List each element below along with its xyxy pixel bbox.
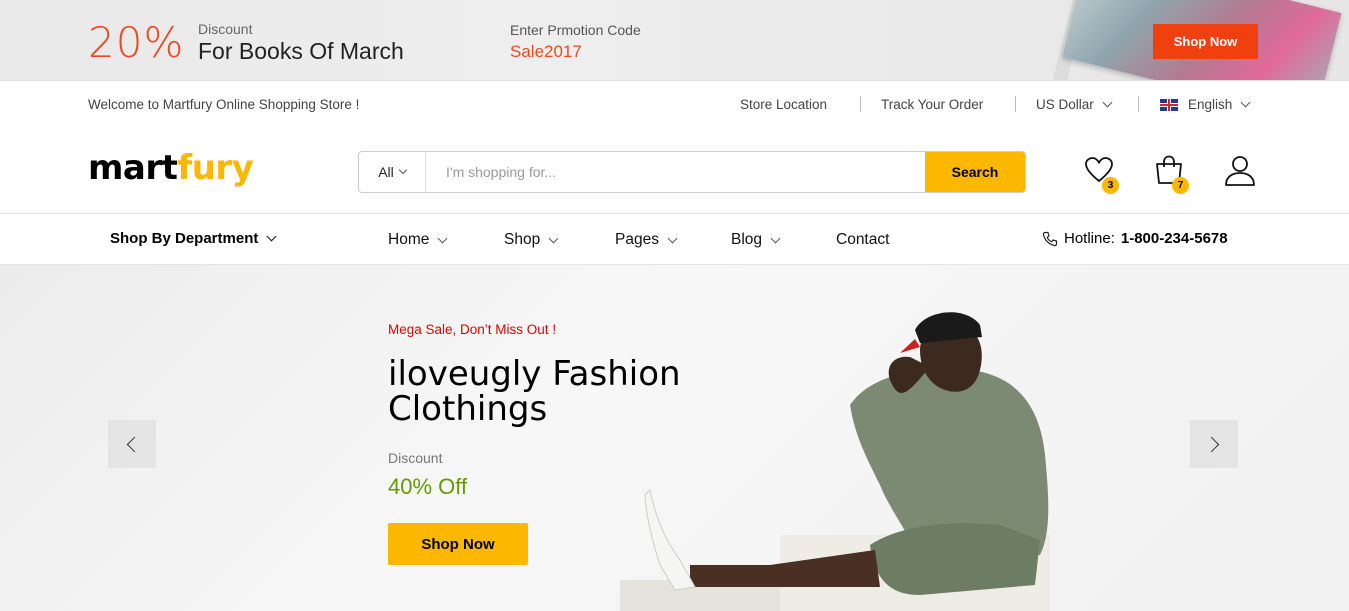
uk-flag-icon <box>1160 98 1178 111</box>
divider <box>1138 96 1139 112</box>
nav-item-label: Blog <box>731 231 763 248</box>
chevron-down-icon <box>548 233 559 243</box>
store-location-label: Store Location <box>740 97 828 112</box>
user-icon <box>1225 156 1255 186</box>
chevron-down-icon <box>770 233 781 243</box>
main-navigation: Shop By Department Home Shop Pages Blog … <box>0 214 1349 265</box>
chevron-down-icon <box>1240 97 1251 108</box>
promo-discount-label: Discount <box>198 21 253 37</box>
promo-code-value: Sale2017 <box>510 42 582 61</box>
nav-item-pages[interactable]: Pages <box>615 231 678 249</box>
chevron-down-icon <box>437 233 448 243</box>
nav-item-label: Contact <box>836 231 890 248</box>
search-category-label: All <box>378 164 394 180</box>
hero-shop-now-button[interactable]: Shop Now <box>388 523 528 565</box>
account-button[interactable] <box>1223 154 1257 188</box>
nav-item-home[interactable]: Home <box>388 231 448 249</box>
nav-item-contact[interactable]: Contact <box>836 231 889 249</box>
slider-next-button[interactable] <box>1190 420 1238 468</box>
hotline: Hotline: 1-800-234-5678 <box>1042 230 1228 247</box>
language-dropdown[interactable]: English <box>1160 97 1251 112</box>
logo-text-fury: fury <box>177 148 254 188</box>
track-order-label: Track Your Order <box>881 97 984 112</box>
store-location-link[interactable]: Store Location <box>740 97 827 112</box>
model-photo <box>620 312 1050 611</box>
search-bar: All Search <box>358 151 1026 193</box>
chevron-left-icon <box>126 436 143 452</box>
chevron-down-icon <box>398 165 408 175</box>
nav-item-label: Pages <box>615 231 659 248</box>
shop-by-department-button[interactable]: Shop By Department <box>110 230 277 247</box>
promo-discount-title: For Books Of March <box>198 38 404 64</box>
welcome-message: Welcome to Martfury Online Shopping Stor… <box>88 97 360 112</box>
hotline-label: Hotline: <box>1064 230 1115 247</box>
search-category-select[interactable]: All <box>359 152 426 192</box>
nav-item-blog[interactable]: Blog <box>731 231 781 249</box>
site-logo[interactable]: martfury <box>88 148 254 188</box>
search-input[interactable] <box>426 152 925 192</box>
hero-subtitle: Mega Sale, Don’t Miss Out ! <box>388 322 557 337</box>
wishlist-button[interactable]: 3 <box>1083 154 1119 194</box>
chevron-down-icon <box>667 233 678 243</box>
nav-item-shop[interactable]: Shop <box>504 231 559 249</box>
promo-code-label: Enter Prmotion Code <box>510 22 641 38</box>
department-label: Shop By Department <box>110 230 259 247</box>
currency-label: US Dollar <box>1036 97 1094 112</box>
nav-item-label: Shop <box>504 231 541 248</box>
hero-discount-label: Discount <box>388 450 443 466</box>
promo-banner: 20% Discount For Books Of March Enter Pr… <box>0 0 1349 81</box>
wishlist-count-badge: 3 <box>1102 177 1119 194</box>
divider <box>1015 96 1016 112</box>
hotline-number: 1-800-234-5678 <box>1120 230 1228 247</box>
nav-item-label: Home <box>388 231 430 248</box>
hero-discount-value: 40% Off <box>388 474 468 499</box>
cart-count-badge: 7 <box>1172 177 1189 194</box>
language-label: English <box>1188 97 1233 112</box>
phone-icon <box>1042 231 1058 246</box>
currency-dropdown[interactable]: US Dollar <box>1036 97 1113 112</box>
track-order-link[interactable]: Track Your Order <box>881 97 983 112</box>
promo-shop-now-button[interactable]: Shop Now <box>1153 24 1258 59</box>
logo-text-mart: mart <box>88 148 178 188</box>
search-button[interactable]: Search <box>925 152 1025 192</box>
main-header: martfury All Search 3 7 <box>0 128 1349 214</box>
slider-prev-button[interactable] <box>108 420 156 468</box>
cart-button[interactable]: 7 <box>1153 154 1189 194</box>
chevron-down-icon <box>1102 97 1113 108</box>
promo-percent: 20% <box>88 18 185 67</box>
hero-slider: Mega Sale, Don’t Miss Out ! iloveugly Fa… <box>0 265 1349 611</box>
chevron-down-icon <box>266 231 277 242</box>
chevron-right-icon <box>1203 436 1220 452</box>
divider <box>860 96 861 112</box>
top-links-bar: Welcome to Martfury Online Shopping Stor… <box>0 81 1349 128</box>
